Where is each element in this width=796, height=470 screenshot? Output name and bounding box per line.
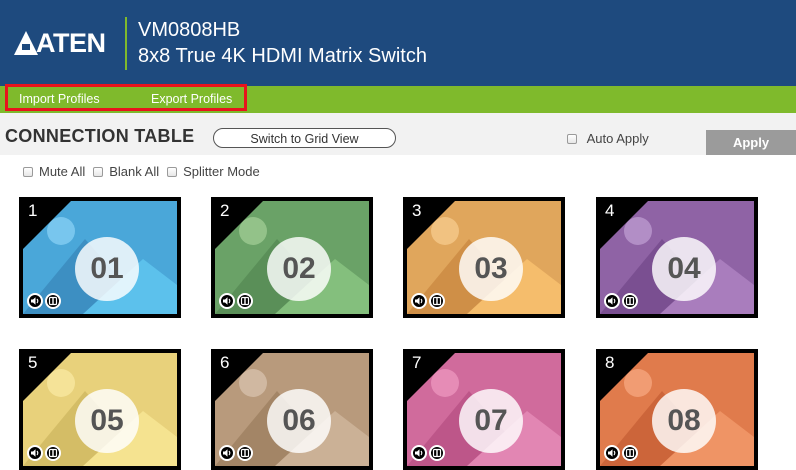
- tile-preview: 3 03: [407, 201, 561, 314]
- page-title: CONNECTION TABLE: [5, 126, 195, 146]
- device-description: 8x8 True 4K HDMI Matrix Switch: [138, 45, 427, 67]
- tile-controls: [219, 293, 255, 309]
- tile-controls: [411, 445, 447, 461]
- blank-all-label: Blank All: [109, 164, 160, 179]
- tile-controls: [219, 445, 255, 461]
- output-number: 1: [28, 201, 38, 220]
- tile-controls: [411, 293, 447, 309]
- output-tile[interactable]: 1 01: [19, 197, 181, 318]
- screen-blank-icon[interactable]: [622, 445, 638, 461]
- source-number-badge[interactable]: 03: [459, 237, 523, 301]
- device-model: VM0808HB: [138, 19, 241, 41]
- logo-text: ATEN: [36, 28, 106, 58]
- output-number: 2: [220, 201, 230, 220]
- auto-apply-label: Auto Apply: [586, 131, 649, 146]
- tile-controls: [27, 445, 63, 461]
- auto-apply-option[interactable]: Auto Apply: [567, 132, 649, 146]
- output-tile[interactable]: 3 03: [403, 197, 565, 318]
- speaker-icon[interactable]: [219, 445, 235, 461]
- output-tile[interactable]: 8 08: [596, 349, 758, 470]
- tile-preview: 6 06: [215, 353, 369, 466]
- source-number-badge[interactable]: 01: [75, 237, 139, 301]
- source-number-badge[interactable]: 07: [459, 389, 523, 453]
- screen-blank-icon[interactable]: [45, 445, 61, 461]
- tile-preview: 2 02: [215, 201, 369, 314]
- output-tile[interactable]: 2 02: [211, 197, 373, 318]
- source-number-badge[interactable]: 04: [652, 237, 716, 301]
- output-tile[interactable]: 6 06: [211, 349, 373, 470]
- header-divider: [125, 17, 127, 70]
- output-number: 5: [28, 353, 38, 372]
- auto-apply-checkbox[interactable]: [567, 134, 577, 144]
- screen-blank-icon[interactable]: [429, 445, 445, 461]
- output-number: 8: [605, 353, 615, 372]
- speaker-icon[interactable]: [604, 445, 620, 461]
- tile-controls: [27, 293, 63, 309]
- aten-logo: ATEN: [14, 29, 106, 57]
- output-number: 6: [220, 353, 230, 372]
- speaker-icon[interactable]: [27, 445, 43, 461]
- splitter-mode-label: Splitter Mode: [183, 164, 260, 179]
- source-number-badge[interactable]: 05: [75, 389, 139, 453]
- speaker-icon[interactable]: [411, 445, 427, 461]
- output-number: 3: [412, 201, 422, 220]
- export-profiles-link[interactable]: Export Profiles: [151, 92, 232, 107]
- import-profiles-link[interactable]: Import Profiles: [19, 92, 100, 107]
- splitter-mode-checkbox[interactable]: [167, 167, 178, 177]
- blank-all-option[interactable]: Blank All: [93, 165, 159, 179]
- logo-a-mark: [14, 31, 38, 55]
- screen-blank-icon[interactable]: [237, 445, 253, 461]
- splitter-mode-option[interactable]: Splitter Mode: [167, 165, 260, 179]
- tile-preview: 5 05: [23, 353, 177, 466]
- screen-blank-icon[interactable]: [45, 293, 61, 309]
- mute-all-label: Mute All: [39, 164, 86, 179]
- tile-controls: [604, 445, 640, 461]
- screen-blank-icon[interactable]: [429, 293, 445, 309]
- app-header: [0, 0, 796, 86]
- output-tile[interactable]: 5 05: [19, 349, 181, 470]
- source-number-badge[interactable]: 02: [267, 237, 331, 301]
- global-options: Mute All Blank All Splitter Mode: [23, 165, 268, 179]
- speaker-icon[interactable]: [411, 293, 427, 309]
- speaker-icon[interactable]: [219, 293, 235, 309]
- source-number-badge[interactable]: 06: [267, 389, 331, 453]
- source-number-badge[interactable]: 08: [652, 389, 716, 453]
- tile-controls: [604, 293, 640, 309]
- tile-preview: 7 07: [407, 353, 561, 466]
- screen-blank-icon[interactable]: [622, 293, 638, 309]
- mute-all-checkbox[interactable]: [23, 167, 33, 177]
- output-tile[interactable]: 4 04: [596, 197, 758, 318]
- speaker-icon[interactable]: [27, 293, 43, 309]
- output-number: 7: [412, 353, 422, 372]
- speaker-icon[interactable]: [604, 293, 620, 309]
- screen-blank-icon[interactable]: [237, 293, 253, 309]
- apply-button[interactable]: Apply: [706, 130, 796, 155]
- switch-to-grid-view-button[interactable]: Switch to Grid View: [213, 128, 396, 148]
- tile-preview: 4 04: [600, 201, 754, 314]
- blank-all-checkbox[interactable]: [93, 167, 104, 177]
- tile-preview: 1 01: [23, 201, 177, 314]
- mute-all-option[interactable]: Mute All: [23, 165, 85, 179]
- output-tile[interactable]: 7 07: [403, 349, 565, 470]
- output-number: 4: [605, 201, 615, 220]
- tile-preview: 8 08: [600, 353, 754, 466]
